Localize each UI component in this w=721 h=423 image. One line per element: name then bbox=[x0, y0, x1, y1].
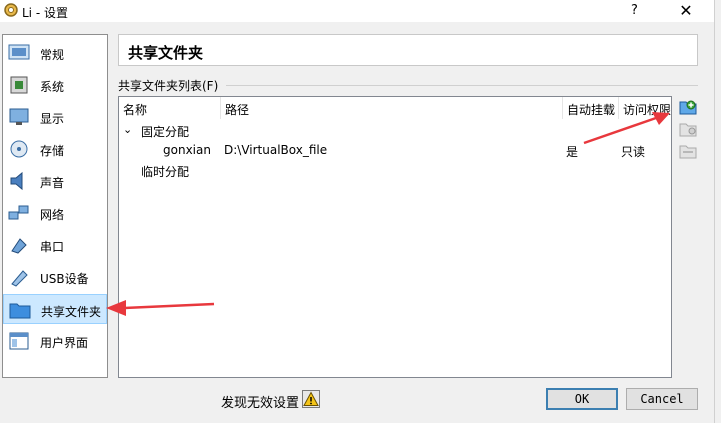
settings-sidebar: 常规 系统 显示 存储 声音 网络 串口 USB设备 共享文件夹 用户界面 bbox=[2, 34, 108, 378]
shared-folders-list-label: 共享文件夹列表(F) bbox=[118, 79, 219, 93]
sidebar-item-label: 显示 bbox=[40, 112, 65, 126]
help-button[interactable]: ? bbox=[631, 3, 638, 18]
sidebar-item-system[interactable]: 系统 bbox=[3, 70, 107, 100]
remove-shared-folder-icon[interactable] bbox=[679, 143, 697, 159]
sidebar-item-general[interactable]: 常规 bbox=[3, 38, 107, 68]
sidebar-item-label: USB设备 bbox=[40, 272, 89, 286]
group-label: 临时分配 bbox=[141, 165, 190, 179]
user-interface-icon bbox=[9, 332, 29, 350]
column-header-name[interactable]: 名称 bbox=[119, 97, 221, 119]
sidebar-item-label: 声音 bbox=[40, 176, 65, 190]
sidebar-item-usb[interactable]: USB设备 bbox=[3, 262, 107, 292]
sidebar-item-serial-port[interactable]: 串口 bbox=[3, 230, 107, 260]
annotation-arrow-add bbox=[583, 112, 670, 145]
sidebar-item-shared-folders[interactable]: 共享文件夹 bbox=[3, 294, 107, 324]
usb-icon bbox=[11, 270, 28, 287]
virtualbox-gear-icon bbox=[4, 3, 18, 17]
sidebar-item-display[interactable]: 显示 bbox=[3, 102, 107, 132]
chevron-down-icon[interactable]: ⌄ bbox=[123, 123, 132, 136]
folder-path: D:\VirtualBox_file bbox=[224, 143, 328, 157]
storage-icon bbox=[10, 140, 28, 158]
title-bar: Li - 设置 ? ✕ bbox=[0, 0, 721, 22]
sidebar-item-label: 存储 bbox=[40, 144, 65, 158]
sidebar-item-label: 串口 bbox=[40, 240, 65, 254]
ok-button[interactable]: OK bbox=[546, 388, 618, 410]
group-divider bbox=[226, 85, 698, 86]
general-icon bbox=[8, 44, 30, 60]
window-title: Li - 设置 bbox=[22, 6, 68, 20]
sidebar-item-network[interactable]: 网络 bbox=[3, 198, 107, 228]
column-header-path[interactable]: 路径 bbox=[221, 97, 563, 119]
serial-port-icon bbox=[11, 238, 27, 254]
edit-shared-folder-icon[interactable] bbox=[679, 121, 697, 137]
invalid-settings-label: 发现无效设置 bbox=[221, 396, 300, 411]
sidebar-item-user-interface[interactable]: 用户界面 bbox=[3, 326, 107, 356]
window-edge bbox=[714, 0, 721, 423]
network-icon bbox=[8, 205, 29, 220]
add-shared-folder-icon[interactable] bbox=[679, 99, 697, 115]
page-header: 共享文件夹 bbox=[118, 34, 698, 66]
cancel-button[interactable]: Cancel bbox=[626, 388, 698, 410]
display-icon bbox=[9, 108, 29, 125]
group-label: 固定分配 bbox=[141, 125, 190, 139]
folder-automount: 是 bbox=[566, 145, 579, 159]
warning-icon[interactable] bbox=[302, 390, 320, 408]
shared-folder-icon bbox=[9, 303, 31, 319]
sidebar-item-label: 网络 bbox=[40, 208, 65, 222]
sidebar-item-label: 用户界面 bbox=[40, 336, 89, 350]
sidebar-item-storage[interactable]: 存储 bbox=[3, 134, 107, 164]
page-title: 共享文件夹 bbox=[128, 44, 204, 62]
sidebar-item-label: 共享文件夹 bbox=[41, 305, 102, 319]
close-button[interactable]: ✕ bbox=[676, 1, 696, 20]
sidebar-item-label: 常规 bbox=[40, 48, 65, 62]
audio-icon bbox=[10, 171, 23, 191]
annotation-arrow-sidebar bbox=[106, 300, 215, 316]
sidebar-item-label: 系统 bbox=[40, 80, 65, 94]
sidebar-item-audio[interactable]: 声音 bbox=[3, 166, 107, 196]
system-icon bbox=[10, 76, 28, 94]
table-row-group-temporary[interactable]: 临时分配 bbox=[119, 161, 671, 181]
folder-name: gonxian bbox=[163, 143, 211, 157]
